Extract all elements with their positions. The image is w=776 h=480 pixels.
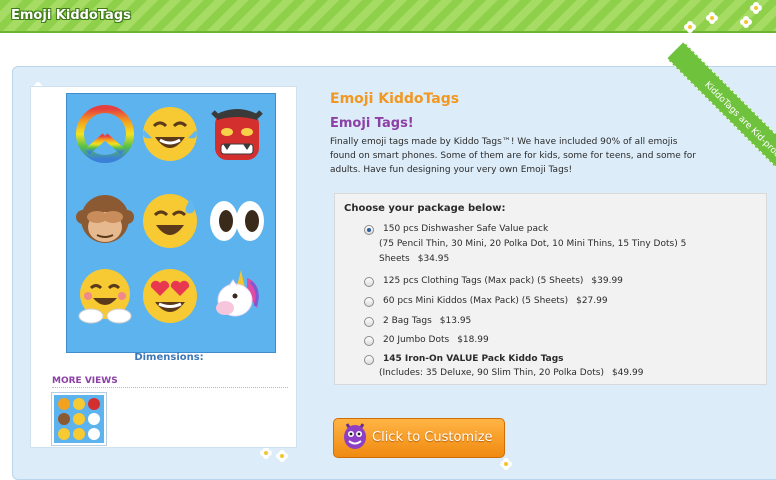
flower-icon [684, 21, 696, 33]
package-option-price: $27.99 [576, 296, 608, 306]
package-radio[interactable] [364, 355, 374, 365]
hug-emoji-icon [78, 269, 132, 324]
oni-mask-emoji-icon [211, 109, 263, 160]
package-option-label: 20 Jumbo Dots [383, 335, 450, 345]
package-option-label: 150 pcs Dishwasher Safe Value pack [383, 224, 549, 234]
flower-icon [740, 16, 752, 28]
flower-icon [706, 12, 718, 24]
package-radio[interactable] [364, 225, 374, 235]
package-radio[interactable] [364, 277, 374, 287]
package-option-label: 60 pcs Mini Kiddos (Max Pack) (5 Sheets) [383, 296, 569, 306]
product-title: Emoji KiddoTags [330, 91, 460, 107]
package-option-price: $13.95 [439, 316, 472, 326]
package-option-price: $39.99 [591, 276, 623, 286]
flower-icon [276, 450, 288, 462]
more-views-divider [52, 387, 288, 388]
see-no-evil-monkey-emoji-icon [76, 195, 134, 243]
package-option-price: $34.95 [417, 254, 450, 264]
flower-icon [750, 2, 762, 14]
product-subtitle: Emoji Tags! [330, 116, 414, 131]
package-option-price: $49.99 [611, 368, 644, 378]
package-radio[interactable] [364, 336, 374, 346]
sweat-smile-emoji-icon [143, 194, 197, 248]
peace-emoji-icon [76, 105, 134, 163]
product-description: Finally emoji tags made by Kiddo Tags™! … [330, 137, 697, 175]
package-radio[interactable] [364, 297, 374, 307]
package-option-detail: (75 Pencil Thin, 30 Mini, 20 Polka Dot, … [379, 239, 687, 264]
unicorn-emoji-icon [216, 270, 259, 317]
package-option-price: $18.99 [457, 335, 489, 345]
package-option-detail: (Includes: 35 Deluxe, 90 Slim Thin, 20 P… [379, 368, 644, 378]
customize-button-label: Click to Customize [372, 430, 493, 445]
package-option-label: 2 Bag Tags [383, 316, 432, 326]
product-image[interactable] [66, 93, 276, 353]
package-option-label: 125 pcs Clothing Tags (Max pack) (5 Shee… [383, 276, 584, 286]
flower-icon [260, 447, 272, 459]
eyes-emoji-icon [210, 201, 264, 241]
top-banner: Emoji KiddoTags [0, 0, 776, 33]
more-views-thumbnail[interactable] [52, 393, 106, 445]
monster-icon [344, 423, 366, 449]
dimensions-label: Dimensions: [134, 352, 204, 363]
heart-eyes-emoji-icon [143, 269, 197, 323]
flower-icon [500, 458, 512, 470]
page-title: Emoji KiddoTags [11, 8, 131, 23]
package-radio[interactable] [364, 317, 374, 327]
tears-of-joy-emoji-icon [143, 107, 197, 161]
package-heading: Choose your package below: [344, 203, 506, 214]
thumbnail-emoji-grid [58, 398, 100, 440]
package-option-label: 145 Iron-On VALUE Pack Kiddo Tags [383, 354, 564, 364]
more-views-heading: MORE VIEWS [52, 376, 118, 386]
